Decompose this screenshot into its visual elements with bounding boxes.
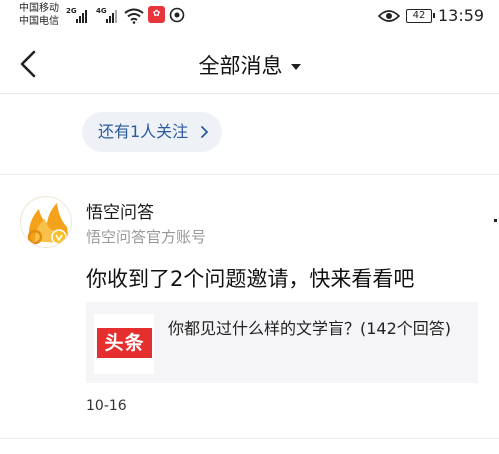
title-dropdown[interactable]: 全部消息 [0, 50, 499, 80]
signal-icon [76, 9, 90, 23]
carrier-2: 中国电信 [19, 16, 59, 27]
more-followers-button[interactable]: 还有1人关注 [82, 112, 223, 152]
avatar[interactable] [20, 196, 72, 248]
sender-name: 悟空问答 [86, 203, 154, 223]
clock: 13:59 [438, 6, 485, 25]
question-title: 你都见过什么样的文学盲？(142个回答) [168, 319, 452, 338]
eye-comfort-icon [378, 10, 400, 22]
title-bar: 全部消息 [0, 34, 499, 94]
wukong-logo-icon [27, 203, 68, 245]
carrier-1: 中国移动 [19, 3, 59, 14]
caret-down-icon [290, 63, 301, 70]
more-dot [494, 219, 497, 222]
status-bar: 中国移动 中国电信 2G 4G ✿ 42 13:59 [0, 0, 499, 34]
divider-bottom [0, 438, 499, 439]
question-card[interactable]: 头条 你都见过什么样的文学盲？(142个回答) [86, 302, 478, 383]
chevron-right-icon [201, 126, 209, 138]
message-date: 10-16 [86, 398, 127, 414]
wifi-icon [124, 8, 144, 24]
sender-description: 悟空问答官方账号 [86, 228, 207, 246]
notification-app-icon: ✿ [148, 6, 165, 23]
location-icon [169, 7, 185, 23]
toutiao-logo: 头条 [94, 314, 154, 374]
carrier-labels: 中国移动 中国电信 [19, 2, 59, 28]
battery-indicator: 42 [406, 9, 435, 23]
more-followers-label: 还有1人关注 [98, 122, 189, 141]
toutiao-logo-text: 头条 [97, 328, 152, 358]
message-text: 你收到了2个问题邀请，快来看看吧 [86, 267, 415, 291]
divider [0, 174, 499, 175]
page-title: 全部消息 [198, 54, 283, 78]
signal-icon-2 [106, 9, 120, 23]
